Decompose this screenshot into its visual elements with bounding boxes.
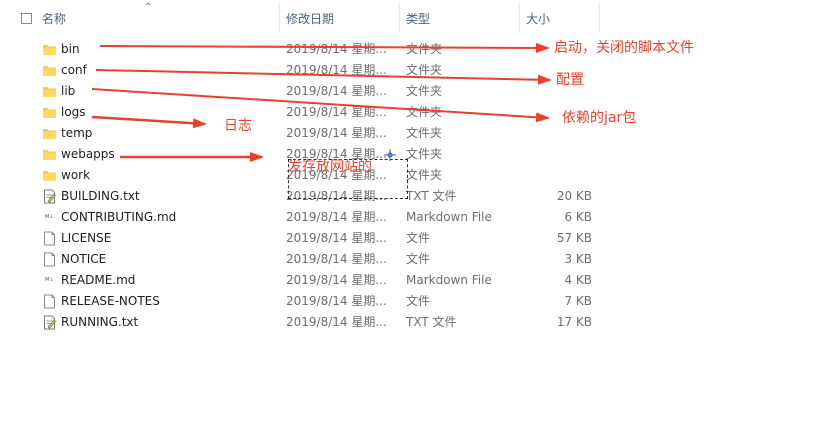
column-type-label: 类型 [406,12,431,26]
file-date: 2019/8/14 星期... [286,252,387,266]
file-name: LICENSE [61,231,112,245]
file-type: 文件 [406,294,431,308]
column-divider[interactable] [599,4,600,32]
file-date: 2019/8/14 星期... [286,210,387,224]
file-type: 文件夹 [406,147,443,161]
blank-file-icon [44,231,55,246]
file-type: 文件 [406,231,431,245]
file-row[interactable]: RUNNING.txt 2019/8/14 星期... TXT 文件 17 KB [0,312,600,333]
file-date: 2019/8/14 星期... [286,126,387,140]
file-name: NOTICE [61,252,107,266]
column-name-label: 名称 [42,12,67,26]
file-type: 文件夹 [406,105,443,119]
file-name: work [61,168,91,182]
file-date: 2019/8/14 星期... [286,231,387,245]
file-row[interactable]: lib 2019/8/14 星期... 文件夹 [0,81,600,102]
file-date: 2019/8/14 星期... [286,315,387,329]
column-divider[interactable] [279,4,280,32]
file-name: temp [61,126,93,140]
svg-text:M↓: M↓ [45,214,54,220]
column-divider[interactable] [519,4,520,32]
folder-icon [43,66,56,76]
annotation-lib-code: jar [604,110,623,126]
file-name: bin [61,42,80,56]
annotation-webapps: 发存放网站的 [288,159,372,175]
column-divider[interactable] [399,4,400,32]
file-name: webapps [61,147,115,161]
blank-file-icon [44,252,55,267]
column-size[interactable]: 大小 [526,0,598,38]
select-all-checkbox[interactable] [21,13,32,24]
file-type: TXT 文件 [406,315,457,329]
file-size: 6 KB [564,210,592,224]
file-name: conf [61,63,87,77]
file-name: RELEASE-NOTES [61,294,160,308]
file-type: TXT 文件 [406,189,457,203]
folder-icon [43,45,56,55]
column-header: ⌃ 名称 修改日期 类型 大小 [0,0,600,38]
file-name: README.md [61,273,136,287]
column-date-label: 修改日期 [286,12,335,26]
file-row[interactable]: M↓ README.md 2019/8/14 星期... Markdown File 4… [0,270,600,291]
file-size: 57 KB [556,231,592,245]
file-row[interactable]: temp 2019/8/14 星期... 文件夹 [0,123,600,144]
file-row[interactable]: RELEASE-NOTES 2019/8/14 星期... 文件 7 KB [0,291,600,312]
file-date: 2019/8/14 星期... [286,294,387,308]
annotation-lib: 依赖的jar包 [562,109,636,127]
file-date: 2019/8/14 星期... [286,84,387,98]
file-type: Markdown File [406,273,492,287]
folder-icon [43,129,56,139]
annotation-bin: 启动，关闭的脚本文件 [554,40,694,56]
file-row[interactable]: conf 2019/8/14 星期... 文件夹 [0,60,600,81]
annotation-conf: 配置 [556,72,584,88]
crosshair-cursor-icon [384,149,396,161]
file-type: 文件夹 [406,63,443,77]
file-name: RUNNING.txt [61,315,139,329]
file-row[interactable]: logs 2019/8/14 星期... 文件夹 [0,102,600,123]
svg-text:M↓: M↓ [45,277,54,283]
column-name[interactable]: 名称 [42,0,278,38]
blank-file-icon [44,294,55,309]
file-name: CONTRIBUTING.md [61,210,177,224]
text-file-icon [44,189,56,204]
file-date: 2019/8/14 星期... [286,42,387,56]
file-type: 文件夹 [406,168,443,182]
file-row[interactable]: bin 2019/8/14 星期... 文件夹 [0,39,600,60]
markdown-file-icon: M↓ [45,213,54,222]
file-row[interactable]: M↓ CONTRIBUTING.md 2019/8/14 星期... Markdown… [0,207,600,228]
file-type: 文件夹 [406,84,443,98]
file-type: 文件夹 [406,126,443,140]
column-type[interactable]: 类型 [406,0,516,38]
file-date: 2019/8/14 星期... [286,105,387,119]
column-size-label: 大小 [526,12,551,26]
file-date: 2019/8/14 星期... [286,273,387,287]
annotation-logs: 日志 [224,118,252,134]
folder-icon [43,108,56,118]
file-date: 2019/8/14 星期... [286,63,387,77]
file-name: lib [61,84,76,98]
file-row[interactable]: NOTICE 2019/8/14 星期... 文件 3 KB [0,249,600,270]
file-size: 4 KB [564,273,592,287]
folder-icon [43,87,56,97]
file-name: logs [61,105,86,119]
file-type: 文件 [406,252,431,266]
file-row[interactable]: LICENSE 2019/8/14 星期... 文件 57 KB [0,228,600,249]
file-size: 17 KB [556,315,592,329]
text-file-icon [44,315,56,330]
markdown-file-icon: M↓ [45,276,54,285]
column-date[interactable]: 修改日期 [286,0,398,38]
file-size: 3 KB [564,252,592,266]
annotation-lib-suffix: 包 [622,110,637,126]
file-type: Markdown File [406,210,492,224]
folder-icon [43,150,56,160]
file-size: 20 KB [556,189,592,203]
file-name: BUILDING.txt [61,189,140,203]
file-type: 文件夹 [406,42,443,56]
file-size: 7 KB [564,294,592,308]
annotation-lib-prefix: 依赖的 [562,110,604,126]
folder-icon [43,171,56,181]
